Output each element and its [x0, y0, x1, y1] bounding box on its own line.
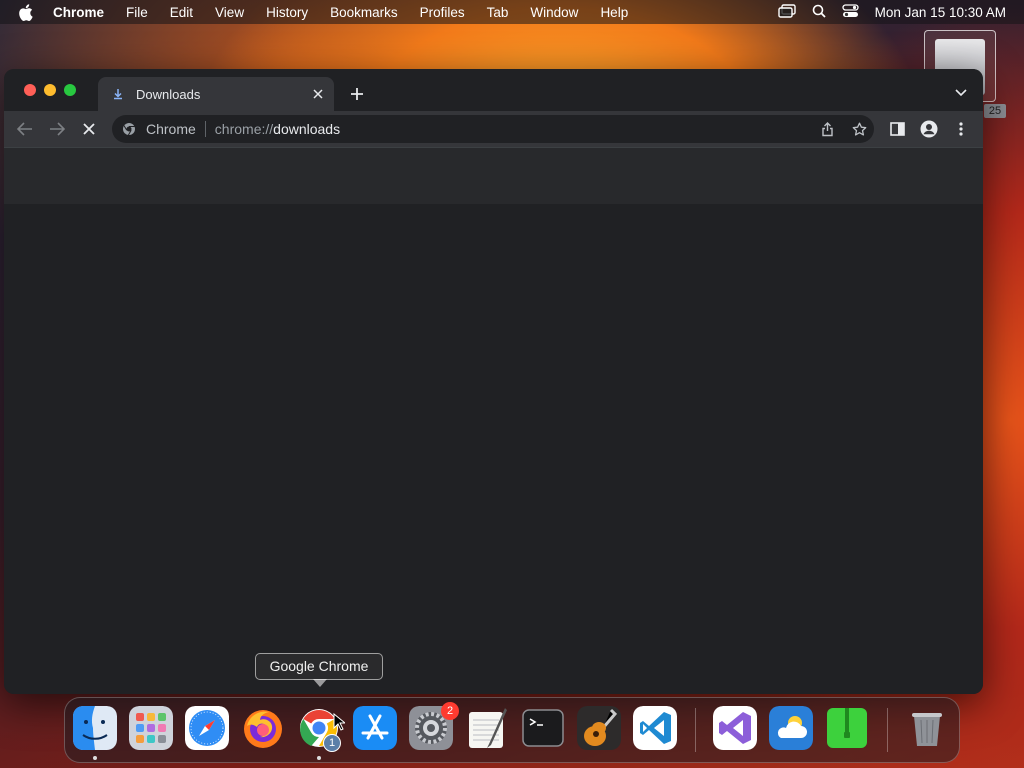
bookmark-star-icon[interactable]: [850, 120, 868, 138]
screen-mirroring-icon[interactable]: [777, 3, 796, 21]
window-minimize-button[interactable]: [44, 84, 56, 96]
menu-profiles[interactable]: Profiles: [420, 5, 465, 20]
textedit-icon[interactable]: [465, 706, 509, 750]
chevron-down-icon[interactable]: [953, 85, 969, 101]
stop-loading-icon[interactable]: [80, 120, 98, 138]
menu-clock[interactable]: Mon Jan 15 10:30 AM: [875, 5, 1006, 20]
address-bar[interactable]: Chrome chrome://downloads: [112, 115, 874, 143]
tab-title: Downloads: [136, 86, 201, 102]
menu-file[interactable]: File: [126, 5, 148, 20]
terminal-icon[interactable]: [521, 706, 565, 750]
control-center-icon[interactable]: [842, 3, 859, 21]
desktop-drive-label[interactable]: 25: [984, 104, 1006, 118]
menu-bookmarks[interactable]: Bookmarks: [330, 5, 398, 20]
forward-arrow-icon[interactable]: [48, 120, 66, 138]
app-store-icon[interactable]: [353, 706, 397, 750]
address-divider: [204, 121, 206, 137]
menu-bar: Chrome File Edit View History Bookmarks …: [0, 0, 1024, 24]
weather-icon[interactable]: [769, 706, 813, 750]
browser-toolbar: Chrome chrome://downloads: [4, 111, 983, 147]
dock-separator: [695, 708, 696, 752]
dock-tooltip: Google Chrome: [255, 653, 383, 687]
window-zoom-button[interactable]: [64, 84, 76, 96]
menu-view[interactable]: View: [215, 5, 244, 20]
chrome-download-badge: 1: [323, 734, 341, 752]
tab-close-icon[interactable]: [308, 89, 328, 99]
dock-separator-trash: [887, 708, 888, 752]
side-panel-icon[interactable]: [888, 120, 906, 138]
visual-studio-icon[interactable]: [713, 706, 757, 750]
menu-tab[interactable]: Tab: [487, 5, 509, 20]
kebab-menu-icon[interactable]: [952, 120, 970, 138]
chrome-site-icon[interactable]: [122, 121, 138, 137]
vscode-icon[interactable]: [633, 706, 677, 750]
tab-downloads[interactable]: Downloads: [98, 77, 334, 111]
menu-help[interactable]: Help: [600, 5, 628, 20]
share-icon[interactable]: [818, 120, 836, 138]
menu-app-name[interactable]: Chrome: [53, 5, 104, 20]
window-close-button[interactable]: [24, 84, 36, 96]
trash-icon[interactable]: [905, 706, 949, 750]
finder-icon[interactable]: [73, 706, 117, 750]
launchpad-icon[interactable]: [129, 706, 173, 750]
download-icon: [110, 86, 126, 102]
tab-strip: Downloads: [4, 69, 983, 111]
garageband-icon[interactable]: [577, 706, 621, 750]
safari-icon[interactable]: [185, 706, 229, 750]
dock: 1 2: [64, 697, 960, 763]
chrome-window: Downloads Chrome chrome://downloads: [4, 69, 983, 694]
downloads-page-header: [4, 147, 983, 205]
url-host: downloads: [273, 121, 341, 137]
chrome-running-dot: [317, 756, 321, 760]
finder-running-dot: [93, 756, 97, 760]
system-settings-badge: 2: [441, 702, 459, 720]
mouse-cursor-icon: [333, 713, 345, 731]
site-chip-label: Chrome: [146, 121, 196, 137]
new-tab-button[interactable]: [348, 85, 366, 103]
url-prefix: chrome://: [214, 121, 274, 137]
url-text[interactable]: chrome://downloads: [215, 121, 340, 137]
back-arrow-icon[interactable]: [16, 120, 34, 138]
apple-logo-icon[interactable]: [18, 3, 36, 21]
spotlight-search-icon[interactable]: [812, 4, 826, 21]
downloads-page-content: [4, 204, 983, 694]
menu-history[interactable]: History: [266, 5, 308, 20]
menu-edit[interactable]: Edit: [170, 5, 193, 20]
menu-window[interactable]: Window: [530, 5, 578, 20]
firefox-icon[interactable]: [241, 706, 285, 750]
archive-utility-icon[interactable]: [825, 706, 869, 750]
profile-avatar-icon[interactable]: [920, 120, 938, 138]
